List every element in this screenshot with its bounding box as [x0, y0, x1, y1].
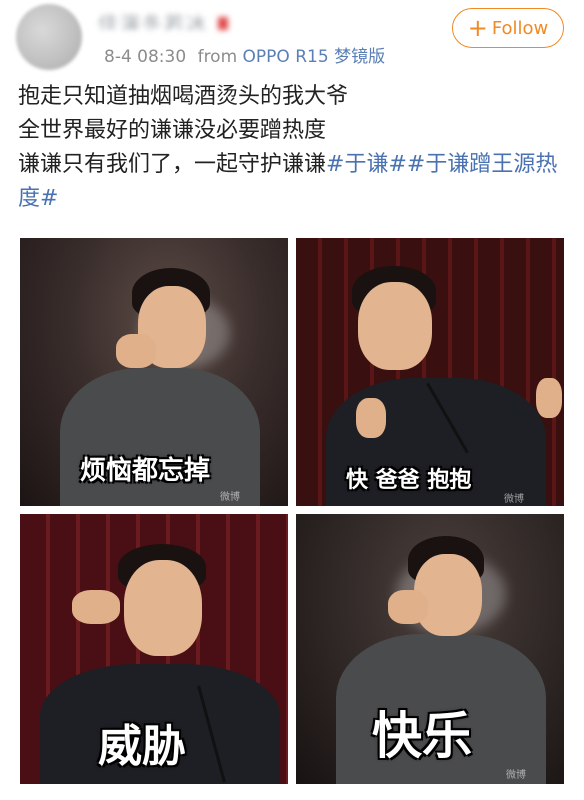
- image-tile-2[interactable]: 快 爸爸 抱抱 微博: [296, 238, 564, 506]
- post-line-3: 谦谦只有我们了，一起守护谦谦#于谦##于谦蹭王源热度#: [18, 148, 574, 216]
- follow-button[interactable]: + Follow: [452, 8, 564, 48]
- username[interactable]: 佳演冬若冰: [98, 8, 238, 30]
- post-time: 8-4 08:30: [104, 47, 187, 67]
- image-watermark: 微博: [506, 770, 526, 781]
- image-caption: 快 爸爸 抱抱: [346, 468, 472, 493]
- post-line-2: 全世界最好的谦谦没必要蹭热度: [18, 118, 327, 143]
- follow-label: Follow: [491, 17, 549, 39]
- image-tile-1[interactable]: 烦恼都忘掉 微博: [20, 238, 288, 506]
- plus-icon: +: [467, 14, 488, 42]
- username-badge: [218, 16, 228, 30]
- image-watermark: 微博: [220, 492, 240, 503]
- image-tile-3[interactable]: 威胁: [20, 514, 288, 784]
- post-line-1: 抱走只知道抽烟喝酒烫头的我大爷: [18, 84, 349, 109]
- image-tile-4[interactable]: 快乐 微博: [296, 514, 564, 784]
- image-caption: 威胁: [98, 721, 186, 772]
- device-name[interactable]: OPPO R15 梦镜版: [243, 47, 386, 67]
- post-meta: 8-4 08:30 from OPPO R15 梦镜版: [104, 42, 385, 67]
- image-caption: 快乐: [372, 707, 472, 765]
- username-text[interactable]: 佳演冬若冰: [98, 12, 208, 30]
- image-watermark: 微博: [504, 494, 524, 505]
- image-caption: 烦恼都忘掉: [80, 456, 211, 486]
- post-line-3-text: 谦谦只有我们了，一起守护谦谦: [18, 152, 327, 177]
- post-header: 佳演冬若冰 8-4 08:30 from OPPO R15 梦镜版 + Foll…: [0, 0, 584, 72]
- post-text: 抱走只知道抽烟喝酒烫头的我大爷 全世界最好的谦谦没必要蹭热度 谦谦只有我们了，一…: [18, 80, 574, 216]
- avatar[interactable]: [16, 4, 82, 70]
- from-label: from: [197, 47, 238, 67]
- hashtag-yuqian[interactable]: #于谦#: [326, 152, 407, 177]
